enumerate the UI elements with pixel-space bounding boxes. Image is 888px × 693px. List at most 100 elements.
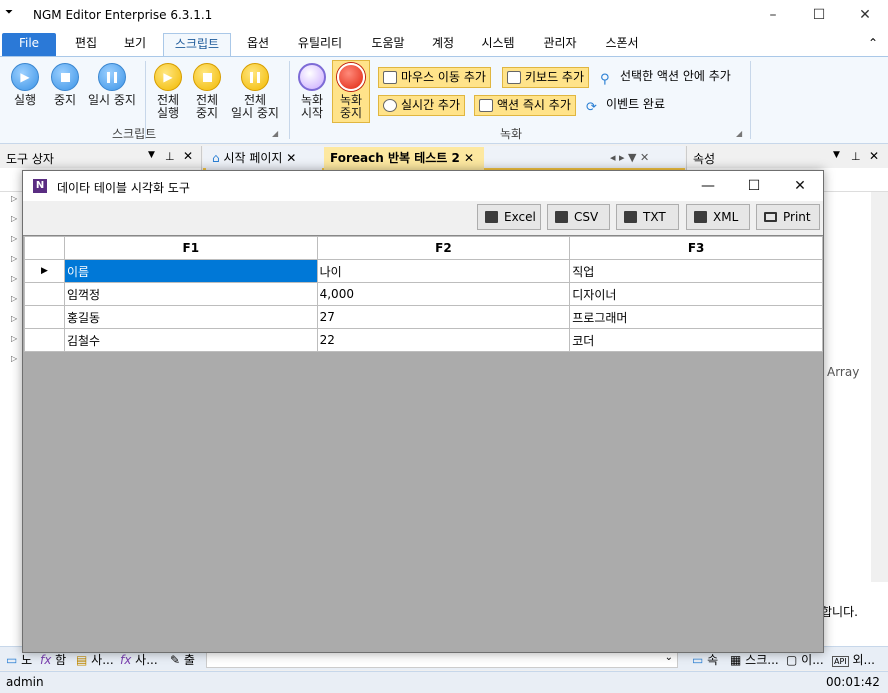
row-header[interactable] [24,328,65,352]
properties-close-icon[interactable]: ✕ [869,149,879,163]
bottom-tab-dictionary[interactable]: ▤ 사... [76,651,114,668]
tree-expand-icon[interactable]: ▷ [11,354,17,363]
table-cell[interactable]: 프로그래머 [569,305,823,329]
script-group-launcher-icon[interactable]: ◢ [272,129,278,138]
pause-button[interactable]: 일시 중지 [84,63,140,107]
table-cell[interactable]: 코더 [569,328,823,352]
tab-utility[interactable]: 유틸리티 [288,33,352,56]
dialog-close-button[interactable]: ✕ [777,171,823,201]
tab-sponsor[interactable]: 스폰서 [595,33,649,56]
table-row[interactable]: 홍길동 27 프로그래머 [24,305,823,329]
table-cell[interactable]: 이름 [63,259,318,283]
quick-access-menu-icon[interactable]: ⏷ [5,7,13,18]
tab-options[interactable]: 옵션 [236,33,280,56]
run-all-button[interactable]: ▶ 전체 실행 [150,63,186,120]
table-cell[interactable]: 27 [316,305,571,329]
tab-account[interactable]: 계정 [422,33,464,56]
add-mouse-move-label: 마우스 이동 추가 [401,70,486,84]
close-button[interactable]: ✕ [842,0,888,30]
add-mouse-move-button[interactable]: 마우스 이동 추가 [378,67,491,88]
table-cell[interactable]: 디자이너 [569,282,823,306]
bottom-tab-properties[interactable]: ▭ 속 [692,651,718,668]
tree-expand-icon[interactable]: ▷ [11,274,17,283]
properties-menu-icon[interactable]: ▼ [833,150,840,160]
column-header-f1[interactable]: F1 [63,236,318,260]
record-group-launcher-icon[interactable]: ◢ [736,129,742,138]
tab-edit[interactable]: 편집 [64,33,108,56]
export-excel-button[interactable]: Excel [477,204,541,230]
column-header-f2[interactable]: F2 [316,236,571,260]
tab-system[interactable]: 시스템 [472,33,524,56]
bottom-tab-external[interactable]: API 외... [832,651,875,668]
bottom-tab-external-label: 외... [852,653,875,667]
dialog-maximize-button[interactable]: ☐ [731,171,777,201]
row-header[interactable] [24,305,65,329]
table-cell[interactable]: 직업 [569,259,823,283]
ribbon-collapse-icon[interactable]: ⌃ [868,36,878,50]
tree-expand-icon[interactable]: ▷ [11,254,17,263]
table-cell[interactable]: 홍길동 [63,305,318,329]
tree-expand-icon[interactable]: ▷ [11,234,17,243]
tree-expand-icon[interactable]: ▷ [11,214,17,223]
tree-expand-icon[interactable]: ▷ [11,294,17,303]
bottom-tab-function[interactable]: fx 함 [40,651,66,668]
toolbox-menu-icon[interactable]: ▼ [148,150,155,160]
bottom-tab-script[interactable]: ▦ 스크... [730,651,779,668]
pause-all-button[interactable]: 전체 일시 중지 [227,63,283,120]
record-stop-content[interactable]: 녹화 중지 [332,63,370,120]
add-keyboard-label: 키보드 추가 [525,70,585,84]
tab-file[interactable]: File [2,33,56,56]
bottom-tab-notes[interactable]: ▭ 노 [6,651,32,668]
table-cell[interactable]: 4,000 [316,282,571,306]
add-keyboard-button[interactable]: 키보드 추가 [502,67,590,88]
tab-foreach-close-icon[interactable]: ✕ [464,151,474,165]
document-tab-nav-icons[interactable]: ◂ ▸ ▼ ✕ [610,151,649,164]
table-row[interactable]: 김철수 22 코더 [24,328,823,352]
table-row[interactable]: ▶ 이름 나이 직업 [24,259,823,283]
tab-foreach-test[interactable]: Foreach 반복 테스트 2 ✕ [324,147,484,170]
export-csv-button[interactable]: CSV [547,204,610,230]
print-button[interactable]: Print [756,204,820,230]
toolbox-close-icon[interactable]: ✕ [183,149,193,163]
bottom-tab-output[interactable]: ✎ 출 [170,651,195,668]
properties-scrollbar[interactable] [871,192,888,582]
table-cell[interactable]: 나이 [316,259,571,283]
table-cell[interactable]: 김철수 [63,328,318,352]
dialog-minimize-button[interactable]: — [685,171,731,201]
tree-expand-icon[interactable]: ▷ [11,194,17,203]
column-header-f3[interactable]: F3 [569,236,823,260]
export-xml-button[interactable]: XML [686,204,750,230]
bottom-tab-image[interactable]: ▢ 이... [786,651,824,668]
toolbox-pin-icon[interactable]: ⊥ [165,150,175,163]
export-txt-button[interactable]: TXT [616,204,679,230]
stop-all-button[interactable]: 전체 중지 [189,63,225,120]
tab-view[interactable]: 보기 [113,33,157,56]
add-realtime-button[interactable]: 실시간 추가 [378,95,466,116]
event-done-button[interactable]: ⟳ 이벤트 완료 [584,95,665,116]
bottom-tab-notes-label: 노 [21,653,33,667]
table-cell[interactable]: 22 [316,328,571,352]
tab-admin[interactable]: 관리자 [533,33,587,56]
corner-header[interactable] [24,236,65,260]
tab-start-page[interactable]: ⌂ 시작 페이지 ✕ [206,147,322,170]
run-button[interactable]: ▶ 실행 [8,63,42,107]
tab-help[interactable]: 도움말 [362,33,414,56]
header-row: F1 F2 F3 [24,236,823,260]
maximize-button[interactable]: ☐ [796,0,842,30]
tree-expand-icon[interactable]: ▷ [11,314,17,323]
table-row[interactable]: 임꺽정 4,000 디자이너 [24,282,823,306]
data-grid[interactable]: F1 F2 F3 ▶ 이름 나이 직업 임꺽정 4,000 디자이너 홍길동 2… [23,235,823,652]
add-in-selected-action-button[interactable]: ⚲ 선택한 액션 안에 추가 [598,67,731,88]
record-start-button[interactable]: 녹화 시작 [295,63,329,120]
tab-start-page-close-icon[interactable]: ✕ [286,151,296,165]
table-cell[interactable]: 임꺽정 [63,282,318,306]
row-indicator-icon[interactable]: ▶ [24,259,65,283]
bottom-tab-user-function[interactable]: fx 사... [120,651,158,668]
minimize-button[interactable]: – [750,0,796,30]
stop-button[interactable]: 중지 [48,63,82,107]
tree-expand-icon[interactable]: ▷ [11,334,17,343]
tab-script[interactable]: 스크립트 [163,33,231,56]
add-action-now-button[interactable]: 액션 즉시 추가 [474,95,576,116]
row-header[interactable] [24,282,65,306]
properties-pin-icon[interactable]: ⊥ [851,150,861,163]
